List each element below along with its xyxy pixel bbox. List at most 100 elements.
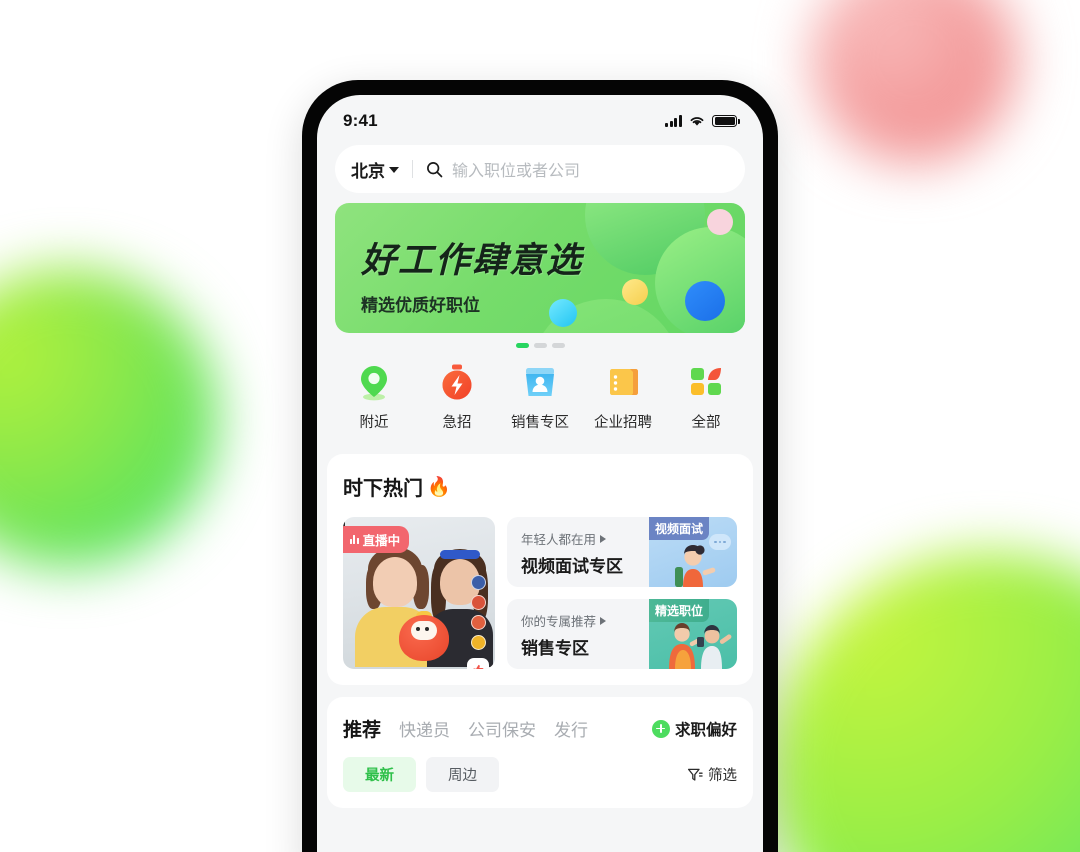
play-triangle-icon: [600, 616, 607, 625]
quick-action-company-hiring[interactable]: 企业招聘: [588, 362, 658, 432]
thumbs-up-icon[interactable]: [467, 658, 489, 669]
sales-zone-illustration: 精选职位: [649, 599, 737, 669]
job-preference-button[interactable]: 求职偏好: [651, 718, 737, 740]
live-reactions[interactable]: [467, 575, 489, 669]
banner-title: 好工作肆意选: [361, 241, 584, 280]
tab-courier[interactable]: 快递员: [399, 716, 450, 741]
live-badge-label: 直播中: [362, 534, 401, 548]
filter-label: 筛选: [708, 768, 737, 784]
play-triangle-icon: [600, 534, 607, 543]
search-icon: [427, 161, 443, 177]
promo-tag: 视频面试: [649, 517, 710, 540]
search-section: 北京 输入职位或者公司: [317, 141, 763, 203]
quick-action-label: 全部: [691, 415, 721, 431]
tab-security-guard[interactable]: 公司保安: [468, 716, 536, 741]
mascot-icon: [425, 627, 429, 631]
promo-title: 视频面试专区: [521, 557, 623, 576]
filter-button[interactable]: 筛选: [687, 764, 737, 785]
city-label: 北京: [351, 161, 385, 181]
chip-nearby[interactable]: 周边: [426, 757, 499, 792]
promo-cards: 年轻人都在用 视频面试专区 视频面试 你的专属推荐 销售专区 精选职位: [507, 517, 737, 669]
quick-action-nearby[interactable]: 附近: [339, 362, 409, 432]
quick-actions-row: 附近 急招 销售专区 企业招聘 全部: [317, 360, 763, 454]
phone-screen: 9:41 北京 输入职位或者公司 好工作肆意选 精选优质好职位 附近 急招 销售…: [317, 95, 763, 852]
status-time: 9:41: [343, 111, 378, 130]
live-stream-card[interactable]: 直播中: [343, 517, 495, 669]
decorative-blob-pink-top-right: [812, 0, 1017, 163]
banner-decor-circle-cyan: [549, 299, 577, 327]
status-bar: 9:41: [317, 95, 763, 141]
tab-recommend[interactable]: 推荐: [343, 715, 381, 742]
reaction-avatar-icon[interactable]: [470, 615, 486, 630]
banner-decor-circle-pink: [707, 209, 733, 235]
job-preference-label: 求职偏好: [674, 721, 737, 739]
carousel-dot[interactable]: [533, 343, 547, 348]
filter-chips-row: 最新 周边 筛选: [343, 757, 737, 792]
chip-newest[interactable]: 最新: [343, 757, 416, 792]
id-card-person-icon: [526, 368, 554, 396]
city-selector[interactable]: 北京: [351, 157, 399, 182]
live-bars-icon: [350, 535, 359, 544]
hot-section-card: 时下热门 🔥 直播中 年轻人都在用 视频面试专区 视频面试 你的专属推荐 销售专…: [327, 454, 753, 685]
search-input[interactable]: 输入职位或者公司: [452, 157, 580, 181]
cellular-signal-icon: [665, 115, 682, 127]
promo-text: 年轻人都在用 视频面试专区: [507, 517, 649, 587]
promo-kicker-label: 你的专属推荐: [521, 615, 597, 629]
interviewee-figure: [675, 545, 716, 587]
mascot-icon: [411, 621, 437, 640]
reaction-avatar-icon[interactable]: [470, 635, 486, 650]
folder-icon: [610, 369, 638, 395]
quick-action-label: 附近: [359, 415, 389, 431]
hot-section-content: 直播中 年轻人都在用 视频面试专区 视频面试 你的专属推荐 销售专区 精选职位: [343, 517, 737, 669]
decorative-blob-green-left: [0, 268, 218, 568]
plus-circle-icon: [651, 719, 670, 738]
phone-mockup-frame: 9:41 北京 输入职位或者公司 好工作肆意选 精选优质好职位 附近 急招 销售…: [302, 80, 778, 852]
battery-icon: [712, 114, 740, 128]
search-bar[interactable]: 北京 输入职位或者公司: [335, 145, 745, 193]
promo-kicker-label: 年轻人都在用: [521, 533, 597, 547]
decorative-blob-green-bottom-right: [770, 552, 1080, 852]
chevron-down-icon: [389, 167, 399, 173]
sales-people-figures: [669, 623, 732, 669]
status-icons: [665, 114, 740, 128]
banner-decor-circle-blue: [685, 281, 725, 321]
live-figure: [440, 550, 480, 559]
funnel-icon: [687, 768, 703, 781]
mascot-icon: [416, 627, 420, 631]
hot-section-title-text: 时下热门: [343, 478, 423, 500]
hot-section-title: 时下热门 🔥: [343, 472, 737, 501]
grid-all-icon: [691, 368, 721, 395]
quick-action-all[interactable]: 全部: [671, 362, 741, 432]
promo-kicker: 你的专属推荐: [521, 611, 649, 630]
promo-tag: 精选职位: [649, 599, 710, 622]
promo-card-sales-zone[interactable]: 你的专属推荐 销售专区 精选职位: [507, 599, 737, 669]
promo-kicker: 年轻人都在用: [521, 529, 649, 548]
carousel-dot-active[interactable]: [515, 343, 529, 348]
carousel-dot[interactable]: [551, 343, 565, 348]
banner-subtitle: 精选优质好职位: [361, 296, 480, 315]
live-figure: [373, 557, 417, 607]
promo-card-video-interview[interactable]: 年轻人都在用 视频面试专区 视频面试: [507, 517, 737, 587]
quick-action-label: 销售专区: [511, 415, 569, 431]
recommendations-card: 推荐 快递员 公司保安 发行 求职偏好 最新 周边 筛选: [327, 697, 753, 808]
recommendation-tabs: 推荐 快递员 公司保安 发行 求职偏好: [343, 715, 737, 742]
quick-action-sales-zone[interactable]: 销售专区: [505, 362, 575, 432]
search-divider: [412, 160, 413, 178]
banner-slide[interactable]: 好工作肆意选 精选优质好职位: [335, 203, 745, 333]
quick-action-label: 急招: [442, 415, 472, 431]
carousel-indicators[interactable]: [317, 333, 763, 360]
banner-decor-circle-yellow: [622, 279, 648, 305]
flame-icon: 🔥: [427, 476, 451, 498]
stopwatch-lightning-icon: [442, 364, 472, 400]
promo-text: 你的专属推荐 销售专区: [507, 599, 649, 669]
reaction-avatar-icon[interactable]: [470, 595, 486, 610]
live-badge: 直播中: [343, 526, 410, 553]
tab-distribution[interactable]: 发行: [554, 716, 588, 741]
quick-action-urgent[interactable]: 急招: [422, 362, 492, 432]
wifi-icon: [690, 117, 704, 126]
video-interview-illustration: 视频面试: [649, 517, 737, 587]
banner-carousel[interactable]: 好工作肆意选 精选优质好职位: [317, 203, 763, 333]
map-pin-icon: [361, 366, 387, 401]
promo-title: 销售专区: [521, 639, 589, 658]
reaction-avatar-icon[interactable]: [470, 575, 486, 590]
